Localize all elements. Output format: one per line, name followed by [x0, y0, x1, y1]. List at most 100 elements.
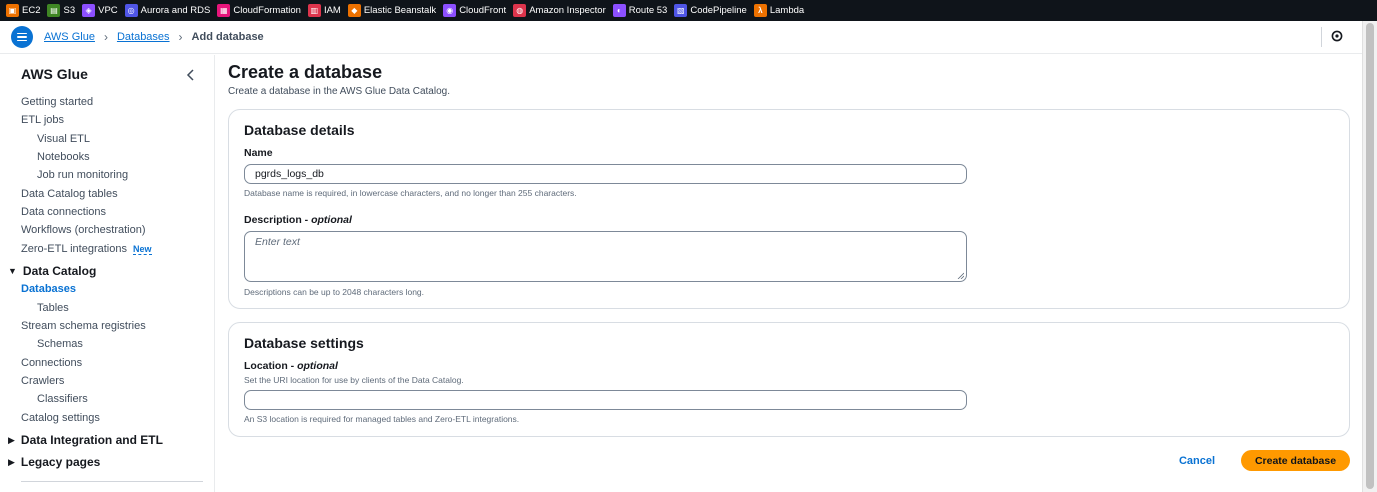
service-label: Route 53: [628, 5, 668, 16]
description-label-text: Description: [244, 214, 302, 226]
caret-down-icon: ▼: [8, 266, 17, 276]
caret-right-icon: ▶: [8, 434, 15, 445]
codepipeline-icon: ▧: [674, 4, 688, 17]
sidebar-item-tables[interactable]: Tables: [37, 302, 69, 314]
sidebar-item-catalog-settings[interactable]: Catalog settings: [21, 412, 100, 424]
sidebar-item-workflows[interactable]: Workflows (orchestration): [21, 224, 146, 236]
sidebar-section-legacy-pages[interactable]: ▶ Legacy pages: [8, 455, 100, 469]
sidebar-item-classifiers[interactable]: Classifiers: [37, 393, 88, 405]
breadcrumb-bar: AWS Glue › Databases › Add database: [0, 21, 1362, 54]
name-label: Name: [244, 147, 273, 159]
iam-icon: ▥: [307, 4, 321, 17]
section-label: Data Catalog: [22, 264, 97, 278]
beanstalk-icon: ◆: [347, 4, 361, 17]
description-label: Description - optional: [244, 214, 352, 226]
service-shortcut-cloudformation[interactable]: ▦ CloudFormation: [217, 0, 301, 21]
route53-icon: ◐: [612, 4, 626, 17]
section-label: Data Integration and ETL: [20, 433, 163, 447]
service-shortcut-aurora-and-rds[interactable]: ◎ Aurora and RDS: [124, 0, 211, 21]
cloudfront-icon: ◉: [443, 4, 457, 17]
sidebar-item-schemas[interactable]: Schemas: [37, 338, 83, 350]
menu-icon[interactable]: [11, 26, 33, 48]
service-shortcut-amazon-inspector[interactable]: ◍ Amazon Inspector: [513, 0, 606, 21]
sidebar-item-notebooks[interactable]: Notebooks: [37, 151, 90, 163]
sidebar-item-job-run-monitoring[interactable]: Job run monitoring: [37, 169, 128, 181]
create-database-button[interactable]: Create database: [1241, 450, 1350, 471]
sidebar-item-connections[interactable]: Connections: [21, 357, 82, 369]
service-shortcut-ec2[interactable]: ▣ EC2: [6, 0, 40, 21]
scrollbar-thumb[interactable]: [1366, 23, 1374, 489]
card-heading: Database details: [244, 122, 355, 138]
service-label: Aurora and RDS: [140, 5, 211, 16]
section-label: Legacy pages: [20, 455, 101, 469]
new-badge: New: [132, 244, 152, 255]
caret-right-icon: ▶: [8, 456, 15, 467]
service-label: VPC: [98, 5, 118, 16]
service-shortcut-route-53[interactable]: ◐ Route 53: [612, 0, 668, 21]
name-input[interactable]: pgrds_logs_db: [244, 164, 967, 184]
divider: [1321, 27, 1322, 47]
optional-text: optional: [297, 360, 338, 372]
breadcrumb-aws-glue[interactable]: AWS Glue: [44, 31, 95, 43]
sidebar-section-data-integration[interactable]: ▶ Data Integration and ETL: [8, 433, 163, 447]
sidebar-item-databases[interactable]: Databases: [21, 283, 76, 295]
sidebar-item-stream-schema-registries[interactable]: Stream schema registries: [21, 320, 146, 332]
sidebar-item-getting-started[interactable]: Getting started: [21, 96, 93, 108]
service-label: IAM: [323, 5, 341, 16]
ec2-icon: ▣: [6, 4, 19, 17]
service-label: CloudFormation: [233, 5, 301, 16]
cloudformation-icon: ▦: [217, 4, 231, 17]
service-shortcut-elastic-beanstalk[interactable]: ◆ Elastic Beanstalk: [347, 0, 437, 21]
inspector-icon: ◍: [513, 4, 527, 17]
chevron-right-icon: ›: [178, 30, 183, 44]
service-label: S3: [63, 5, 76, 16]
name-hint: Database name is required, in lowercase …: [244, 188, 577, 198]
settings-icon[interactable]: [1330, 29, 1344, 43]
location-hint: An S3 location is required for managed t…: [244, 414, 520, 424]
services-bar: ▣ EC2 ▤ S3 ◈ VPC ◎ Aurora and RDS ▦ CloudFormatio…: [0, 0, 1377, 21]
lambda-icon: λ: [753, 4, 767, 17]
sidebar-item-etl-jobs[interactable]: ETL jobs: [21, 114, 64, 126]
page-title: Create a database: [228, 62, 383, 82]
sidebar-item-data-catalog-tables[interactable]: Data Catalog tables: [21, 188, 118, 200]
page-scrollbar[interactable]: [1362, 21, 1377, 492]
service-label: Amazon Inspector: [529, 5, 606, 16]
side-navigation: AWS Glue Getting started ETL jobs Visual…: [0, 55, 215, 492]
service-shortcut-iam[interactable]: ▥ IAM: [307, 0, 341, 21]
database-settings-card: Database settings Location - optional Se…: [228, 322, 1350, 437]
service-label: Lambda: [769, 5, 805, 16]
service-shortcut-codepipeline[interactable]: ▧ CodePipeline: [674, 0, 747, 21]
sidebar-item-data-connections[interactable]: Data connections: [21, 206, 106, 218]
service-shortcut-s3[interactable]: ▤ S3: [47, 0, 75, 21]
optional-text: optional: [311, 214, 352, 226]
service-shortcut-vpc[interactable]: ◈ VPC: [82, 0, 118, 21]
resize-handle-icon[interactable]: [957, 272, 964, 279]
description-hint: Descriptions can be up to 2048 character…: [244, 287, 425, 297]
service-label: CloudFront: [459, 5, 507, 16]
service-shortcut-cloudfront[interactable]: ◉ CloudFront: [443, 0, 506, 21]
sidebar-item-crawlers[interactable]: Crawlers: [21, 375, 64, 387]
collapse-sidebar-icon[interactable]: [186, 69, 196, 81]
service-label: EC2: [22, 5, 41, 16]
breadcrumb-current: Add database: [191, 31, 264, 43]
description-textarea[interactable]: Enter text: [244, 231, 967, 282]
chevron-right-icon: ›: [103, 30, 108, 44]
sidebar-item-label: Zero-ETL integrations: [21, 243, 127, 255]
cancel-button[interactable]: Cancel: [1172, 452, 1222, 470]
service-label: Elastic Beanstalk: [363, 5, 437, 16]
breadcrumb-databases[interactable]: Databases: [117, 31, 170, 43]
service-shortcut-lambda[interactable]: λ Lambda: [753, 0, 805, 21]
description-placeholder: Enter text: [255, 236, 300, 248]
sidebar-item-zero-etl[interactable]: Zero-ETL integrations New: [21, 243, 152, 255]
sidebar-section-data-catalog[interactable]: ▼ Data Catalog: [8, 264, 96, 278]
sidebar-item-visual-etl[interactable]: Visual ETL: [37, 133, 90, 145]
rds-icon: ◎: [124, 4, 138, 17]
location-label-text: Location: [244, 360, 288, 372]
divider: [21, 481, 203, 482]
location-input[interactable]: [244, 390, 967, 410]
service-label: CodePipeline: [690, 5, 747, 16]
vpc-icon: ◈: [82, 4, 96, 17]
breadcrumb: AWS Glue › Databases › Add database: [44, 30, 264, 44]
page-description: Create a database in the AWS Glue Data C…: [228, 86, 450, 97]
sidebar-title: AWS Glue: [21, 66, 88, 82]
